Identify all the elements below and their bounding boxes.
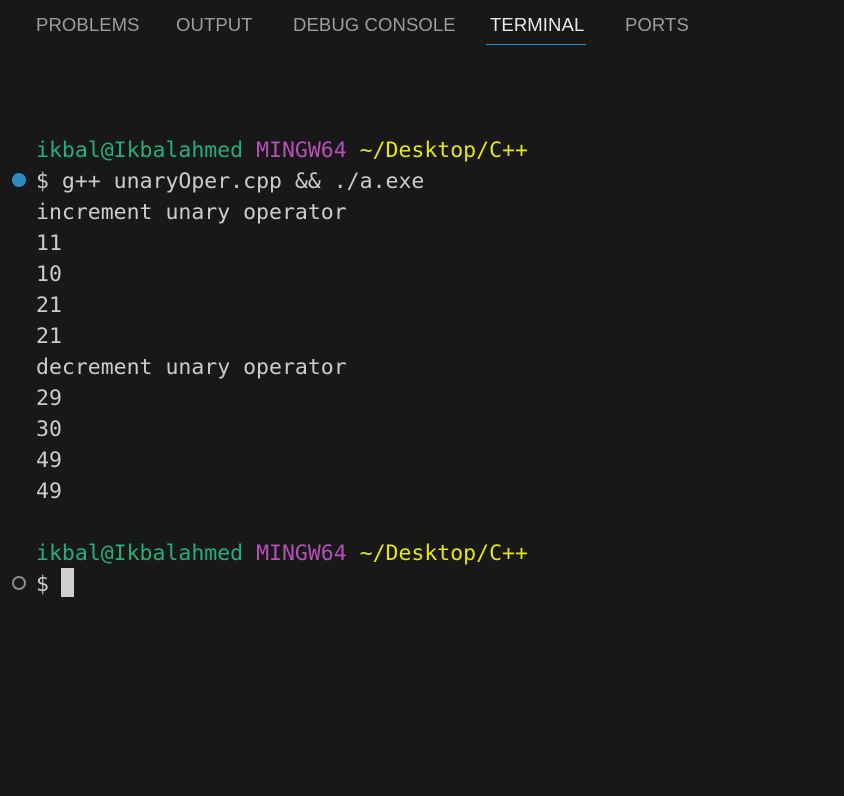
prompt-cwd: ~/Desktop/C++ [359,138,528,163]
output-line: decrement unary operator [36,355,347,380]
command-pending-dot-icon[interactable] [12,576,26,590]
output-line: 49 [36,479,62,504]
prompt-user-host: ikbal@Ikbalahmed [36,138,244,163]
prompt-symbol: $ [36,572,49,597]
terminal-output[interactable]: ikbal@Ikbalahmed MINGW64 ~/Desktop/C++ $… [0,0,844,796]
prompt-line: ikbal@Ikbalahmed MINGW64 ~/Desktop/C++ [36,538,528,569]
output-line: 21 [36,293,62,318]
prompt-user-host: ikbal@Ikbalahmed [36,541,244,566]
output-line: 49 [36,448,62,473]
command-line: $ g++ unaryOper.cpp && ./a.exe [36,166,424,197]
output-line: 30 [36,417,62,442]
prompt-shell: MINGW64 [256,541,347,566]
terminal-cursor [61,568,74,597]
output-line: 21 [36,324,62,349]
prompt-symbol: $ [36,169,49,194]
command-success-dot-icon[interactable] [12,173,26,187]
command-text: g++ unaryOper.cpp && ./a.exe [61,169,425,194]
output-line: 29 [36,386,62,411]
input-line[interactable]: $ [36,569,49,600]
prompt-shell: MINGW64 [256,138,347,163]
prompt-cwd: ~/Desktop/C++ [359,541,528,566]
output-line: 10 [36,262,62,287]
output-line: 11 [36,231,62,256]
output-line: increment unary operator [36,200,347,225]
prompt-line: ikbal@Ikbalahmed MINGW64 ~/Desktop/C++ [36,135,528,166]
